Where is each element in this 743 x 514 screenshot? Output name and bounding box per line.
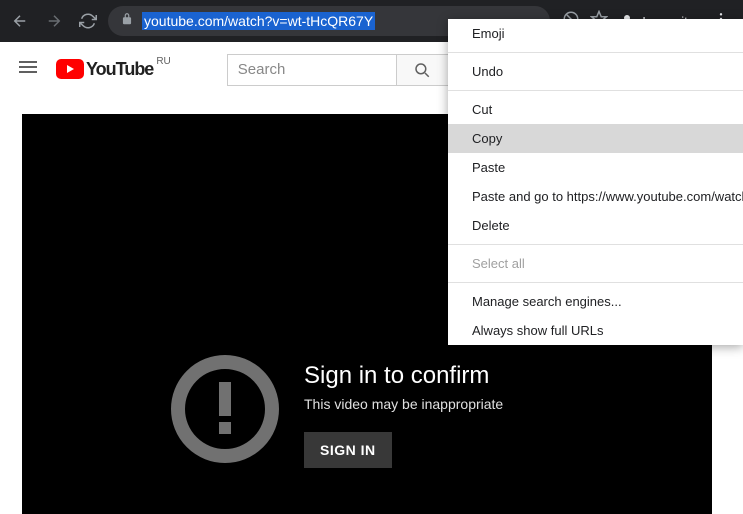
context-menu: Emoji Undo Cut Copy Paste Paste and go t… <box>448 19 743 345</box>
arrow-left-icon <box>11 12 29 30</box>
lock-icon <box>120 12 134 31</box>
forward-button[interactable] <box>40 7 68 35</box>
arrow-right-icon <box>45 12 63 30</box>
warning-icon <box>170 354 280 464</box>
ctx-separator <box>448 244 743 245</box>
url-text[interactable]: youtube.com/watch?v=wt-tHcQR67Y <box>142 12 375 30</box>
youtube-logo[interactable]: YouTube RU <box>56 59 171 80</box>
ctx-select-all[interactable]: Select all <box>448 249 743 278</box>
ctx-emoji[interactable]: Emoji <box>448 19 743 48</box>
reload-button[interactable] <box>74 7 102 35</box>
back-button[interactable] <box>6 7 34 35</box>
ctx-separator <box>448 282 743 283</box>
search-icon <box>413 61 431 79</box>
ctx-delete[interactable]: Delete <box>448 211 743 240</box>
search-button[interactable] <box>397 54 449 86</box>
age-restriction-panel: Sign in to confirm This video may be ina… <box>170 354 503 468</box>
ctx-paste[interactable]: Paste <box>448 153 743 182</box>
reload-icon <box>79 12 97 30</box>
ctx-full-urls[interactable]: Always show full URLs <box>448 316 743 345</box>
restriction-title: Sign in to confirm <box>304 362 503 390</box>
ctx-paste-go[interactable]: Paste and go to https://www.youtube.com/… <box>448 182 743 211</box>
ctx-copy[interactable]: Copy <box>448 124 743 153</box>
signin-button[interactable]: SIGN IN <box>304 432 392 468</box>
ctx-separator <box>448 52 743 53</box>
youtube-wordmark: YouTube <box>86 59 153 80</box>
ctx-cut[interactable]: Cut <box>448 95 743 124</box>
search-input[interactable] <box>227 54 397 86</box>
ctx-separator <box>448 90 743 91</box>
hamburger-icon <box>16 55 40 79</box>
ctx-undo[interactable]: Undo <box>448 57 743 86</box>
search-form <box>227 54 449 86</box>
youtube-play-icon <box>56 59 84 79</box>
ctx-manage-engines[interactable]: Manage search engines... <box>448 287 743 316</box>
restriction-subtitle: This video may be inappropriate <box>304 396 503 412</box>
youtube-region: RU <box>156 56 170 67</box>
hamburger-button[interactable] <box>16 55 40 84</box>
